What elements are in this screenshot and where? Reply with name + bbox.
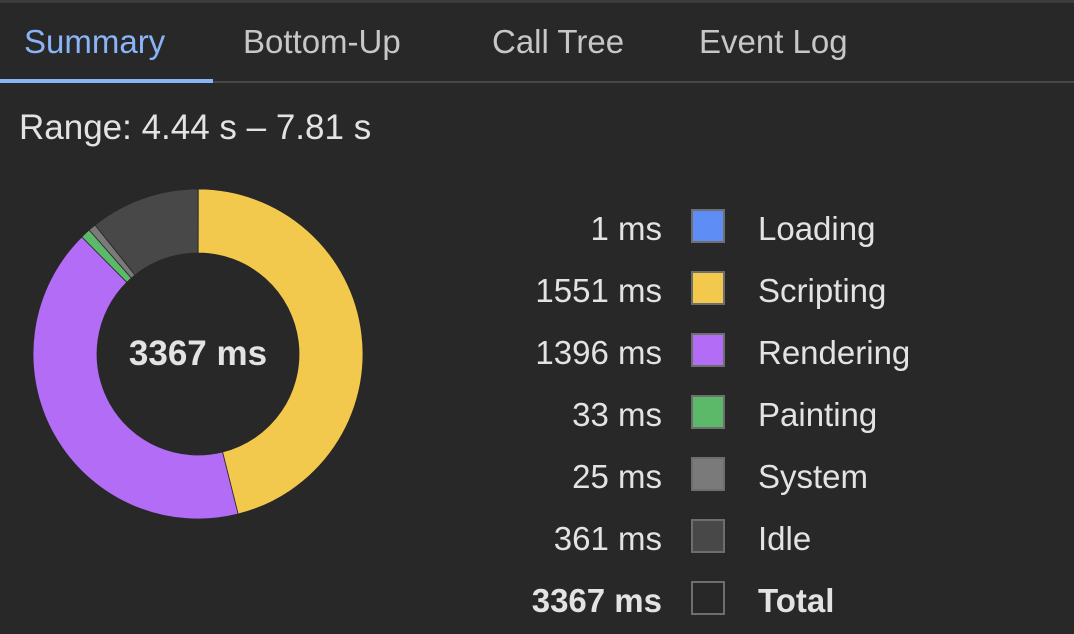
painting-swatch xyxy=(691,395,725,429)
legend-value: 25 ms xyxy=(572,458,662,496)
tab-call-tree[interactable]: Call Tree xyxy=(492,3,624,81)
legend-row-loading: 1 ms Loading xyxy=(440,200,1040,262)
legend-label: Idle xyxy=(758,520,811,558)
legend-label: Total xyxy=(758,582,834,620)
legend-row-scripting: 1551 ms Scripting xyxy=(440,262,1040,324)
legend-row-idle: 361 ms Idle xyxy=(440,510,1040,572)
active-tab-indicator xyxy=(0,79,213,83)
range-label: Range: 4.44 s – 7.81 s xyxy=(19,108,371,148)
tab-event-log[interactable]: Event Log xyxy=(699,3,848,81)
system-swatch xyxy=(691,457,725,491)
legend-row-system: 25 ms System xyxy=(440,448,1040,510)
donut-center-total: 3367 ms xyxy=(30,186,366,522)
legend-row-total: 3367 ms Total xyxy=(440,572,1040,634)
summary-donut-chart: 3367 ms xyxy=(30,186,366,522)
legend-value: 33 ms xyxy=(572,396,662,434)
legend-row-painting: 33 ms Painting xyxy=(440,386,1040,448)
legend-value: 361 ms xyxy=(554,520,662,558)
legend-value: 1396 ms xyxy=(535,334,662,372)
legend-value: 1 ms xyxy=(590,210,662,248)
scripting-swatch xyxy=(691,271,725,305)
tab-label: Bottom-Up xyxy=(243,23,401,60)
category-legend: 1 ms Loading 1551 ms Scripting 1396 ms R… xyxy=(440,200,1040,634)
legend-label: Rendering xyxy=(758,334,910,372)
legend-row-rendering: 1396 ms Rendering xyxy=(440,324,1040,386)
tab-label: Event Log xyxy=(699,23,848,60)
loading-swatch xyxy=(691,209,725,243)
legend-label: System xyxy=(758,458,868,496)
tab-summary[interactable]: Summary xyxy=(24,3,165,81)
rendering-swatch xyxy=(691,333,725,367)
tab-bar: Summary Bottom-Up Call Tree Event Log xyxy=(0,3,1074,83)
tab-label: Call Tree xyxy=(492,23,624,60)
total-swatch xyxy=(691,581,725,615)
tab-bottom-up[interactable]: Bottom-Up xyxy=(243,3,401,81)
legend-value: 1551 ms xyxy=(535,272,662,310)
legend-value: 3367 ms xyxy=(532,582,662,620)
legend-label: Loading xyxy=(758,210,875,248)
legend-label: Scripting xyxy=(758,272,886,310)
tab-label: Summary xyxy=(24,23,165,60)
idle-swatch xyxy=(691,519,725,553)
legend-label: Painting xyxy=(758,396,877,434)
